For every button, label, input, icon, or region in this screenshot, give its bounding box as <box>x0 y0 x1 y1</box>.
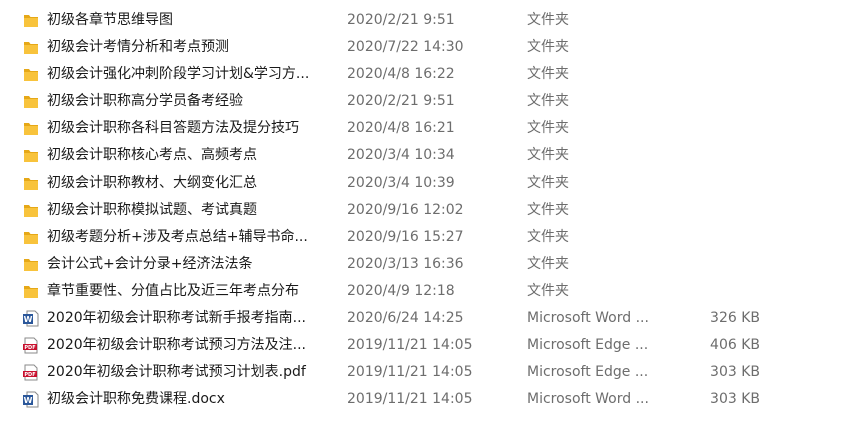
word-doc-icon: W <box>22 391 40 408</box>
file-date-modified: 2020/3/4 10:34 <box>347 147 455 164</box>
file-size: 303 KB <box>710 391 760 408</box>
file-name: 2020年初级会计职称考试新手报考指南... <box>47 310 306 327</box>
file-row[interactable]: 初级会计强化冲刺阶段学习计划&学习方... 2020/4/8 16:22 文件夹 <box>0 61 861 88</box>
file-row[interactable]: 初级会计职称各科目答题方法及提分技巧 2020/4/8 16:21 文件夹 <box>0 115 861 142</box>
file-date-modified: 2020/9/16 15:27 <box>347 228 464 245</box>
file-type: 文件夹 <box>527 12 569 28</box>
file-type: 文件夹 <box>527 39 569 56</box>
file-row[interactable]: 章节重要性、分值占比及近三年考点分布 2020/4/9 12:18 文件夹 <box>0 278 861 305</box>
file-size <box>700 142 760 169</box>
file-date-modified: 2020/3/13 16:36 <box>347 255 464 272</box>
file-type: 文件夹 <box>527 66 569 83</box>
file-name: 2020年初级会计职称考试预习方法及注... <box>47 337 306 354</box>
file-type: 文件夹 <box>527 201 569 218</box>
file-row[interactable]: 初级考题分析+涉及考点总结+辅导书命... 2020/9/16 15:27 文件… <box>0 224 861 251</box>
file-type: Microsoft Edge ... <box>527 337 649 354</box>
file-row[interactable]: W 初级会计职称免费课程.docx 2019/11/21 14:05 Micro… <box>0 386 861 413</box>
file-type: 文件夹 <box>527 228 569 245</box>
file-size <box>700 34 760 61</box>
folder-icon <box>22 120 40 137</box>
file-size <box>700 224 760 251</box>
folder-icon <box>22 175 40 192</box>
file-row[interactable]: 初级会计职称教材、大纲变化汇总 2020/3/4 10:39 文件夹 <box>0 170 861 197</box>
svg-text:W: W <box>24 396 33 405</box>
file-list: 初级各章节思维导图 2020/2/21 9:51 文件夹 初级会计考情分析和考点… <box>0 7 861 413</box>
file-date-modified: 2020/9/16 12:02 <box>347 201 464 218</box>
file-size: 326 KB <box>710 310 760 327</box>
file-size <box>700 7 760 34</box>
file-size <box>700 61 760 88</box>
file-size <box>700 278 760 305</box>
file-type: 文件夹 <box>527 93 569 110</box>
folder-icon <box>22 12 40 29</box>
file-date-modified: 2019/11/21 14:05 <box>347 364 473 381</box>
file-date-modified: 2020/2/21 9:51 <box>347 12 455 28</box>
file-size <box>700 170 760 197</box>
file-date-modified: 2020/6/24 14:25 <box>347 310 464 327</box>
file-type: 文件夹 <box>527 120 569 137</box>
folder-icon <box>22 202 40 219</box>
svg-text:PDF: PDF <box>24 372 35 378</box>
file-date-modified: 2020/4/8 16:21 <box>347 120 455 137</box>
file-name: 初级各章节思维导图 <box>47 12 173 28</box>
folder-icon <box>22 93 40 110</box>
word-doc-icon: W <box>22 310 40 327</box>
folder-icon <box>22 229 40 246</box>
file-size: 303 KB <box>710 364 760 381</box>
file-date-modified: 2020/4/8 16:22 <box>347 66 455 83</box>
file-row[interactable]: 初级各章节思维导图 2020/2/21 9:51 文件夹 <box>0 7 861 34</box>
file-name: 2020年初级会计职称考试预习计划表.pdf <box>47 364 306 381</box>
file-row[interactable]: PDF 2020年初级会计职称考试预习计划表.pdf 2019/11/21 14… <box>0 359 861 386</box>
file-row[interactable]: 初级会计职称高分学员备考经验 2020/2/21 9:51 文件夹 <box>0 88 861 115</box>
folder-icon <box>22 66 40 83</box>
folder-icon <box>22 256 40 273</box>
file-type: 文件夹 <box>527 282 569 299</box>
folder-icon <box>22 283 40 300</box>
svg-text:W: W <box>24 315 33 324</box>
pdf-icon: PDF <box>22 337 40 354</box>
file-type: 文件夹 <box>527 174 569 191</box>
file-type: 文件夹 <box>527 255 569 272</box>
file-date-modified: 2020/3/4 10:39 <box>347 174 455 191</box>
file-size: 406 KB <box>710 337 760 354</box>
folder-icon <box>22 147 40 164</box>
file-row[interactable]: PDF 2020年初级会计职称考试预习方法及注... 2019/11/21 14… <box>0 332 861 359</box>
folder-icon <box>22 39 40 56</box>
file-date-modified: 2019/11/21 14:05 <box>347 337 473 354</box>
file-name: 初级会计考情分析和考点预测 <box>47 39 229 56</box>
file-date-modified: 2020/7/22 14:30 <box>347 39 464 56</box>
file-type: 文件夹 <box>527 147 569 164</box>
file-row[interactable]: W 2020年初级会计职称考试新手报考指南... 2020/6/24 14:25… <box>0 305 861 332</box>
file-row[interactable]: 初级会计职称核心考点、高频考点 2020/3/4 10:34 文件夹 <box>0 142 861 169</box>
file-name: 章节重要性、分值占比及近三年考点分布 <box>47 282 299 299</box>
file-name: 初级会计职称免费课程.docx <box>47 391 225 408</box>
file-date-modified: 2020/4/9 12:18 <box>347 282 455 299</box>
file-name: 初级考题分析+涉及考点总结+辅导书命... <box>47 228 308 245</box>
file-name: 初级会计强化冲刺阶段学习计划&学习方... <box>47 66 310 83</box>
file-type: Microsoft Word ... <box>527 310 649 327</box>
file-name: 初级会计职称核心考点、高频考点 <box>47 147 257 164</box>
file-size <box>700 251 760 278</box>
file-size <box>700 197 760 224</box>
pdf-icon: PDF <box>22 364 40 381</box>
file-name: 初级会计职称教材、大纲变化汇总 <box>47 174 257 191</box>
file-type: Microsoft Word ... <box>527 391 649 408</box>
file-size <box>700 115 760 142</box>
file-row[interactable]: 初级会计职称模拟试题、考试真题 2020/9/16 12:02 文件夹 <box>0 197 861 224</box>
file-size <box>700 88 760 115</box>
file-row[interactable]: 初级会计考情分析和考点预测 2020/7/22 14:30 文件夹 <box>0 34 861 61</box>
file-row[interactable]: 会计公式+会计分录+经济法法条 2020/3/13 16:36 文件夹 <box>0 251 861 278</box>
file-name: 初级会计职称高分学员备考经验 <box>47 93 243 110</box>
svg-text:PDF: PDF <box>24 345 35 351</box>
file-name: 初级会计职称各科目答题方法及提分技巧 <box>47 120 299 137</box>
file-date-modified: 2019/11/21 14:05 <box>347 391 473 408</box>
file-name: 会计公式+会计分录+经济法法条 <box>47 255 253 272</box>
file-name: 初级会计职称模拟试题、考试真题 <box>47 201 257 218</box>
file-type: Microsoft Edge ... <box>527 364 649 381</box>
file-date-modified: 2020/2/21 9:51 <box>347 93 455 110</box>
